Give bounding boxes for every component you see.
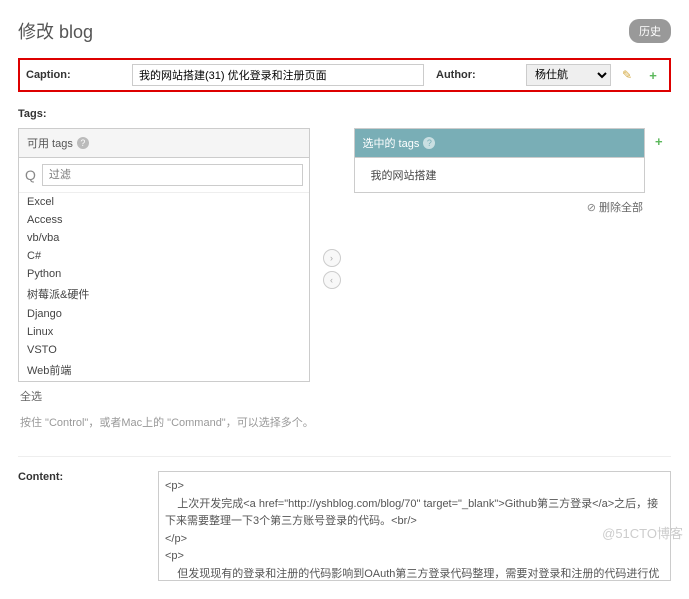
pencil-icon: ✎ — [622, 68, 632, 82]
move-right-button[interactable]: › — [323, 249, 341, 267]
selected-tags-header: 选中的 tags ? — [355, 129, 645, 158]
help-icon[interactable]: ? — [423, 137, 435, 149]
plus-icon: + — [649, 68, 657, 83]
add-author-button[interactable]: + — [643, 65, 663, 85]
content-textarea[interactable] — [158, 471, 671, 581]
tag-item[interactable]: 我的网站搭建 — [363, 164, 637, 186]
tag-item[interactable]: C# — [19, 247, 309, 265]
selected-tags-list[interactable]: 我的网站搭建 — [355, 158, 645, 192]
tag-item[interactable]: Access — [19, 211, 309, 229]
caption-label: Caption: — [26, 69, 126, 81]
move-left-button[interactable]: ‹ — [323, 271, 341, 289]
tag-item[interactable]: 树莓派&硬件 — [19, 283, 309, 305]
chevron-right-icon: › — [330, 253, 333, 263]
select-all-link[interactable]: 全选 — [20, 388, 42, 404]
tag-item[interactable]: Web前端 — [19, 359, 309, 381]
author-select[interactable]: 杨仕航 — [526, 64, 611, 86]
tag-item[interactable]: vb/vba — [19, 229, 309, 247]
available-tags-list[interactable]: ExcelAccessvb/vbaC#Python树莓派&硬件DjangoLin… — [19, 193, 309, 381]
add-tag-button[interactable]: + — [655, 134, 663, 149]
available-tags-header: 可用 tags ? — [19, 129, 309, 158]
chevron-left-icon: ‹ — [330, 275, 333, 285]
search-icon: Q — [25, 167, 36, 183]
content-label: Content: — [18, 471, 148, 581]
tag-item[interactable]: Linux — [19, 323, 309, 341]
tag-item[interactable]: Django — [19, 305, 309, 323]
remove-all-link[interactable]: ⊘ 删除全部 — [587, 199, 643, 215]
author-label: Author: — [430, 69, 520, 81]
tag-item[interactable]: Excel — [19, 193, 309, 211]
tags-label: Tags: — [18, 108, 671, 120]
help-icon[interactable]: ? — [77, 137, 89, 149]
tag-item[interactable]: Python — [19, 265, 309, 283]
tags-filter-input[interactable] — [42, 164, 303, 186]
caption-input[interactable] — [132, 64, 424, 86]
tags-hint: 按住 "Control"，或者Mac上的 "Command"，可以选择多个。 — [18, 410, 671, 444]
tag-item[interactable]: VSTO — [19, 341, 309, 359]
remove-icon: ⊘ — [587, 201, 596, 214]
caption-author-box: Caption: Author: 杨仕航 ✎ + — [18, 58, 671, 92]
edit-author-button[interactable]: ✎ — [617, 65, 637, 85]
history-button[interactable]: 历史 — [629, 19, 671, 43]
page-title: 修改 blog — [18, 18, 93, 44]
